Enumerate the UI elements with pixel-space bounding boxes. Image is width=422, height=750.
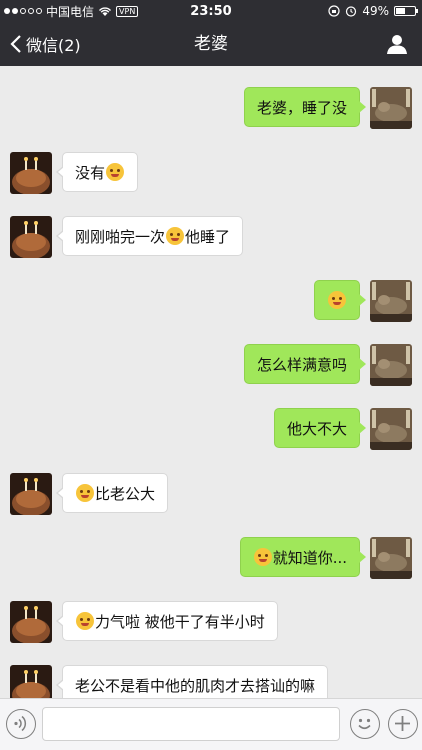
message-text: 刚刚啪完一次 <box>75 228 166 246</box>
battery-icon <box>394 6 418 16</box>
message-bubble-outgoing[interactable]: 他大不大 <box>273 408 367 448</box>
emoji-button[interactable] <box>350 709 380 739</box>
more-options-button[interactable] <box>388 709 418 739</box>
heart-eyes-emoji-icon <box>76 612 94 630</box>
message-bubble-outgoing[interactable] <box>314 280 366 320</box>
message-bubble-outgoing[interactable]: 怎么样满意吗 <box>243 344 367 384</box>
message-bubble-incoming[interactable]: 比老公大 <box>55 473 169 513</box>
message-text: 没有 <box>75 164 106 182</box>
message-bubble-incoming[interactable]: 没有 <box>55 152 139 192</box>
star-eyes-emoji-icon <box>328 291 346 309</box>
my-avatar[interactable] <box>370 344 412 386</box>
contact-avatar[interactable] <box>10 601 52 643</box>
heart-eyes-emoji-icon <box>166 227 185 245</box>
battery-percentage: 49% <box>362 4 389 18</box>
voice-icon <box>14 715 27 732</box>
message-text: 力气啦 被他干了有半小时 <box>95 613 265 631</box>
message-bubble-outgoing[interactable]: 就知道你... <box>239 537 367 577</box>
my-avatar[interactable] <box>370 537 412 579</box>
message-text: 就知道你... <box>272 549 347 567</box>
my-avatar[interactable] <box>370 280 412 322</box>
message-text: 怎么样满意吗 <box>256 356 347 374</box>
message-bubble-outgoing[interactable]: 老婆，睡了没 <box>243 87 367 127</box>
message-bubble-incoming[interactable]: 刚刚啪完一次 他睡了 <box>55 216 244 256</box>
contact-avatar[interactable] <box>10 152 52 194</box>
person-icon[interactable] <box>386 33 408 55</box>
message-input[interactable] <box>42 707 340 741</box>
contact-avatar[interactable] <box>10 216 52 258</box>
message-text: 他大不大 <box>286 420 347 438</box>
plus-icon <box>395 716 410 731</box>
my-avatar[interactable] <box>370 87 412 129</box>
navigation-bar: 微信(2) 老婆 <box>0 22 422 66</box>
smiley-icon <box>358 718 371 730</box>
thinking-emoji-icon <box>76 484 94 502</box>
message-text: 老公不是看中他的肌肉才去搭讪的嘛 <box>75 677 316 695</box>
input-toolbar <box>0 698 422 750</box>
message-text: 比老公大 <box>95 485 156 503</box>
message-text: 他睡了 <box>185 228 231 246</box>
contact-avatar[interactable] <box>10 665 52 698</box>
message-list[interactable]: 老婆，睡了没 没有 刚刚啪完一次 他睡了 怎么样满意吗 他大不大 比老公大 就知… <box>0 66 422 698</box>
status-bar: 中国电信 VPN 23:50 49% <box>0 0 422 22</box>
voice-input-button[interactable] <box>6 709 36 739</box>
smirk-emoji-icon <box>253 548 272 566</box>
alarm-icon <box>346 6 357 17</box>
message-bubble-incoming[interactable]: 力气啦 被他干了有半小时 <box>56 601 278 641</box>
message-text: 老婆，睡了没 <box>256 99 347 117</box>
rotation-lock-icon <box>328 5 340 17</box>
contact-avatar[interactable] <box>10 473 52 515</box>
tongue-wink-emoji-icon <box>106 163 125 181</box>
message-bubble-incoming[interactable]: 老公不是看中他的肌肉才去搭讪的嘛 <box>55 665 329 698</box>
chat-title: 老婆 <box>194 34 228 54</box>
my-avatar[interactable] <box>370 408 412 450</box>
